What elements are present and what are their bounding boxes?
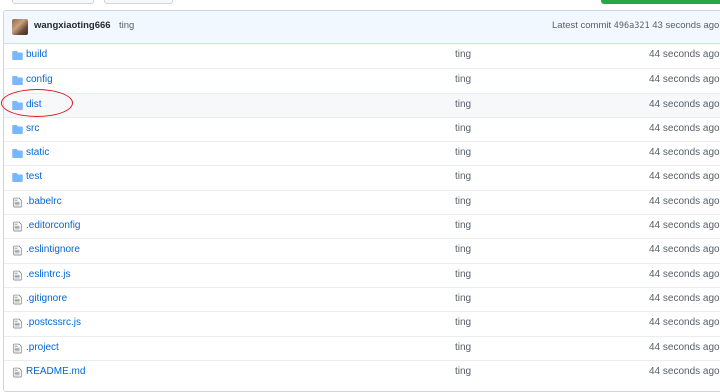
clone-download-button[interactable] — [601, 0, 720, 4]
file-commit-age: 44 seconds ago — [649, 365, 720, 377]
file-name-link[interactable]: static — [26, 147, 49, 158]
file-rows: build ting 44 seconds ago config ting 44 seco… — [4, 44, 720, 384]
file-commit-age: 44 seconds ago — [649, 244, 720, 256]
file-commit-message[interactable]: ting — [455, 123, 471, 134]
file-name-link[interactable]: .editorconfig — [26, 220, 80, 231]
file-commit-age: 44 seconds ago — [649, 171, 720, 183]
file-row: .postcssrc.js ting 44 seconds ago — [4, 311, 720, 335]
file-commit-message[interactable]: ting — [455, 147, 471, 158]
file-row: build ting 44 seconds ago — [4, 44, 720, 68]
folder-icon — [12, 51, 23, 63]
folder-icon — [12, 173, 23, 185]
file-commit-age: 44 seconds ago — [649, 122, 720, 134]
file-commit-message[interactable]: ting — [455, 196, 471, 207]
file-commit-message[interactable]: ting — [455, 171, 471, 182]
file-row: .eslintrc.js ting 44 seconds ago — [4, 262, 720, 287]
file-name-link[interactable]: .eslintrc.js — [26, 269, 70, 280]
file-icon — [13, 245, 22, 259]
file-commit-age: 44 seconds ago — [649, 195, 720, 207]
file-commit-message[interactable]: ting — [455, 74, 471, 85]
file-row: test ting 44 seconds ago — [4, 165, 720, 189]
file-commit-message[interactable]: ting — [455, 293, 471, 304]
folder-icon — [12, 149, 23, 161]
file-name-link[interactable]: .eslintignore — [26, 244, 80, 255]
latest-commit-bar: wangxiaoting666 ting Latest commit 496a3… — [4, 11, 720, 44]
file-row: .editorconfig ting 44 seconds ago — [4, 214, 720, 238]
file-commit-age: 44 seconds ago — [649, 49, 720, 60]
file-row: README.md ting 44 seconds ago — [4, 359, 720, 384]
file-list: wangxiaoting666 ting Latest commit 496a3… — [3, 10, 720, 392]
commit-sha[interactable]: 496a321 — [614, 21, 650, 31]
file-commit-message[interactable]: ting — [455, 220, 471, 231]
file-icon — [13, 367, 22, 381]
commit-age: 43 seconds ago — [652, 20, 720, 31]
file-commit-message[interactable]: ting — [455, 342, 471, 353]
file-icon — [13, 318, 22, 332]
commit-author[interactable]: wangxiaoting666 — [34, 20, 111, 31]
file-row: static ting 44 seconds ago — [4, 141, 720, 165]
file-name-link[interactable]: .project — [26, 342, 59, 353]
file-commit-message[interactable]: ting — [455, 269, 471, 280]
file-name-link[interactable]: test — [26, 171, 42, 182]
file-name-link[interactable]: dist — [26, 99, 42, 110]
avatar[interactable] — [12, 19, 28, 35]
file-row: .gitignore ting 44 seconds ago — [4, 286, 720, 311]
file-commit-message[interactable]: ting — [455, 317, 471, 328]
file-commit-age: 44 seconds ago — [649, 341, 720, 353]
file-row: .eslintignore ting 44 seconds ago — [4, 238, 720, 262]
commit-message[interactable]: ting — [119, 20, 134, 31]
latest-commit-info: Latest commit 496a321 43 seconds ago — [552, 20, 719, 31]
file-commit-message[interactable]: ting — [455, 366, 471, 377]
file-row: .project ting 44 seconds ago — [4, 335, 720, 360]
file-name-link[interactable]: .postcssrc.js — [26, 317, 81, 328]
file-icon — [13, 270, 22, 284]
file-row: config ting 44 seconds ago — [4, 68, 720, 92]
file-name-link[interactable]: build — [26, 49, 47, 60]
file-commit-age: 44 seconds ago — [649, 268, 720, 280]
file-commit-age: 44 seconds ago — [649, 220, 720, 232]
folder-icon — [12, 100, 23, 113]
folder-icon — [12, 76, 23, 88]
top-button-left[interactable] — [12, 0, 94, 4]
latest-commit-label: Latest commit — [552, 20, 612, 31]
file-name-link[interactable]: .babelrc — [26, 196, 62, 207]
file-icon — [13, 294, 22, 308]
file-row: src ting 44 seconds ago — [4, 116, 720, 141]
file-name-link[interactable]: src — [26, 123, 39, 134]
folder-icon — [12, 124, 23, 137]
file-name-link[interactable]: config — [26, 74, 53, 85]
file-commit-age: 44 seconds ago — [649, 74, 720, 86]
file-commit-message[interactable]: ting — [455, 244, 471, 255]
top-button-middle[interactable] — [104, 0, 173, 4]
file-row: .babelrc ting 44 seconds ago — [4, 189, 720, 214]
file-icon — [13, 221, 22, 235]
file-commit-age: 44 seconds ago — [649, 147, 720, 159]
file-commit-age: 44 seconds ago — [649, 292, 720, 304]
file-commit-age: 44 seconds ago — [649, 98, 720, 110]
file-name-link[interactable]: .gitignore — [26, 293, 67, 304]
file-commit-message[interactable]: ting — [455, 49, 471, 60]
file-commit-age: 44 seconds ago — [649, 317, 720, 329]
file-name-link[interactable]: README.md — [26, 366, 85, 377]
file-icon — [13, 197, 22, 211]
file-row: dist ting 44 seconds ago — [4, 92, 720, 117]
file-commit-message[interactable]: ting — [455, 99, 471, 110]
file-icon — [13, 343, 22, 357]
